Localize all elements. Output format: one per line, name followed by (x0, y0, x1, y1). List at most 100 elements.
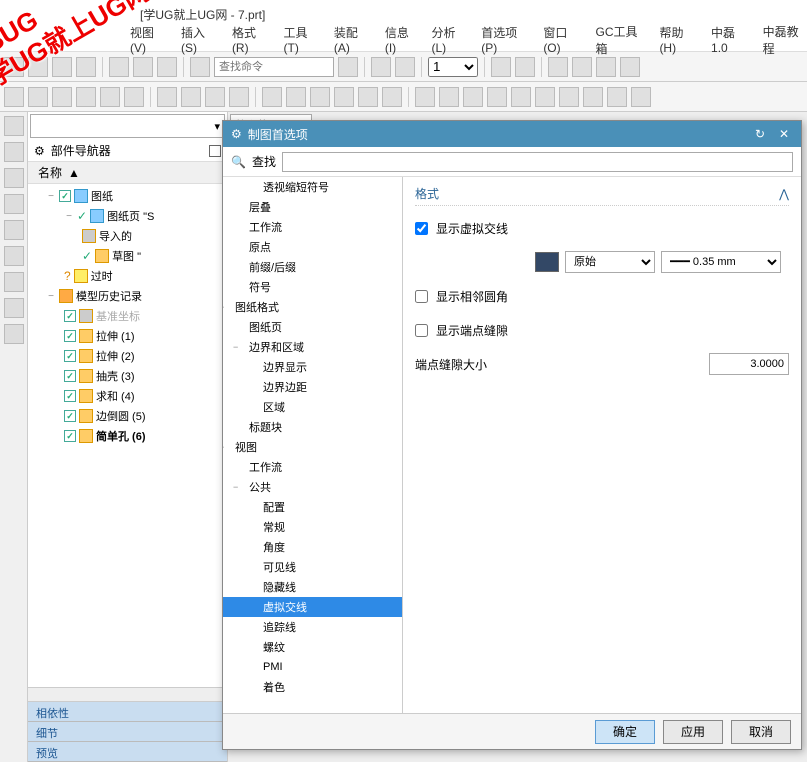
tree-shell[interactable]: 抽壳 (3) (28, 366, 227, 386)
nav-icon[interactable] (4, 142, 24, 162)
tree-drawing[interactable]: −图纸 (28, 186, 227, 206)
tree-extrude1[interactable]: 拉伸 (1) (28, 326, 227, 346)
color-swatch[interactable] (535, 252, 559, 272)
d-icon[interactable] (76, 87, 96, 107)
show-adjacent-checkbox[interactable] (415, 290, 428, 303)
select-icon[interactable] (190, 57, 210, 77)
d-icon[interactable] (157, 87, 177, 107)
nav-icon[interactable] (4, 272, 24, 292)
nav-hidden[interactable]: 隐藏线 (223, 577, 402, 597)
nav-trace[interactable]: 追踪线 (223, 617, 402, 637)
d-icon[interactable] (310, 87, 330, 107)
d-icon[interactable] (583, 87, 603, 107)
tree-imported[interactable]: 导入的 (28, 226, 227, 246)
dim-icon[interactable] (596, 57, 616, 77)
view-icon[interactable] (371, 57, 391, 77)
menu-zhonglei-tutorial[interactable]: 中磊教程 (763, 23, 807, 57)
nav-icon[interactable] (4, 116, 24, 136)
nav-config[interactable]: 配置 (223, 497, 402, 517)
search-icon[interactable] (338, 57, 358, 77)
selection-filter-dropdown[interactable]: ▾ (30, 114, 225, 138)
d-icon[interactable] (100, 87, 120, 107)
nav-workflow2[interactable]: 工作流 (223, 457, 402, 477)
command-search[interactable] (214, 57, 334, 77)
menu-analysis[interactable]: 分析(L) (432, 24, 468, 55)
d-icon[interactable] (439, 87, 459, 107)
menu-zhonglei1[interactable]: 中磊1.0 (711, 24, 749, 55)
d-icon[interactable] (205, 87, 225, 107)
color-mode-select[interactable]: 原始 (565, 251, 655, 273)
brush-icon[interactable] (157, 57, 177, 77)
menu-preferences[interactable]: 首选项(P) (481, 24, 529, 55)
d-icon[interactable] (415, 87, 435, 107)
pin-icon[interactable] (209, 145, 221, 157)
column-header[interactable]: 名称▲ (28, 162, 227, 184)
undo-icon[interactable] (109, 57, 129, 77)
nav-common[interactable]: −公共 (223, 477, 402, 497)
gear-icon[interactable]: ⚙ (34, 144, 45, 158)
tree-outdated[interactable]: ?过时 (28, 266, 227, 286)
tree-sketch[interactable]: ✓草图 " (28, 246, 227, 266)
redo-icon[interactable] (133, 57, 153, 77)
menu-help[interactable]: 帮助(H) (659, 24, 697, 55)
nav-virtual-intersection[interactable]: 虚拟交线 (223, 597, 402, 617)
search-input[interactable] (282, 152, 793, 172)
cancel-button[interactable]: 取消 (731, 720, 791, 744)
d-icon[interactable] (487, 87, 507, 107)
nav-general[interactable]: 常规 (223, 517, 402, 537)
menu-insert[interactable]: 插入(S) (181, 24, 218, 55)
nav-origin[interactable]: 原点 (223, 237, 402, 257)
nav-icon[interactable] (4, 168, 24, 188)
tree-history[interactable]: −模型历史记录 (28, 286, 227, 306)
nav-layers[interactable]: 层叠 (223, 197, 402, 217)
save-icon[interactable] (4, 57, 24, 77)
show-virtual-checkbox[interactable] (415, 222, 428, 235)
nav-title-block[interactable]: 标题块 (223, 417, 402, 437)
nav-region[interactable]: 区域 (223, 397, 402, 417)
d-icon[interactable] (229, 87, 249, 107)
tab-dependency[interactable]: 相依性 (28, 702, 227, 722)
tree-datum[interactable]: 基准坐标 (28, 306, 227, 326)
h-scrollbar[interactable] (28, 687, 227, 701)
tree-edge-blend[interactable]: 边倒圆 (5) (28, 406, 227, 426)
d-icon[interactable] (631, 87, 651, 107)
d-icon[interactable] (334, 87, 354, 107)
line-width-select[interactable]: ━━━ 0.35 mm (661, 251, 781, 273)
menu-gctoolbox[interactable]: GC工具箱 (596, 23, 646, 57)
reset-icon[interactable]: ↻ (751, 125, 769, 143)
nav-pmi[interactable]: PMI (223, 657, 402, 677)
d-icon[interactable] (382, 87, 402, 107)
menu-info[interactable]: 信息(I) (385, 24, 418, 55)
tree-sheet[interactable]: −✓图纸页 "S (28, 206, 227, 226)
d-icon[interactable] (262, 87, 282, 107)
d-icon[interactable] (28, 87, 48, 107)
menu-window[interactable]: 窗口(O) (543, 24, 581, 55)
d-icon[interactable] (181, 87, 201, 107)
db-icon[interactable] (491, 57, 511, 77)
collapse-icon[interactable]: ⋀ (779, 187, 789, 201)
menu-assembly[interactable]: 装配(A) (334, 24, 371, 55)
dim2-icon[interactable] (620, 57, 640, 77)
nav-icon[interactable] (4, 194, 24, 214)
grid-icon[interactable] (395, 57, 415, 77)
d-icon[interactable] (559, 87, 579, 107)
menu-tools[interactable]: 工具(T) (284, 24, 320, 55)
tab-preview[interactable]: 预览 (28, 742, 227, 762)
nav-icon[interactable] (4, 324, 24, 344)
spinner[interactable]: 1 (428, 57, 478, 77)
nav-prefix[interactable]: 前缀/后缀 (223, 257, 402, 277)
nav-angle[interactable]: 角度 (223, 537, 402, 557)
d-icon[interactable] (463, 87, 483, 107)
copy-icon[interactable] (52, 57, 72, 77)
nav-border-display[interactable]: 边界显示 (223, 357, 402, 377)
d-icon[interactable] (4, 87, 24, 107)
d-icon[interactable] (607, 87, 627, 107)
db2-icon[interactable] (515, 57, 535, 77)
endpoint-gap-input[interactable] (709, 353, 789, 375)
nav-border-margin[interactable]: 边界边距 (223, 377, 402, 397)
d-icon[interactable] (535, 87, 555, 107)
close-icon[interactable]: ✕ (775, 125, 793, 143)
nav-symbol[interactable]: 符号 (223, 277, 402, 297)
d-icon[interactable] (52, 87, 72, 107)
paste-icon[interactable] (76, 57, 96, 77)
